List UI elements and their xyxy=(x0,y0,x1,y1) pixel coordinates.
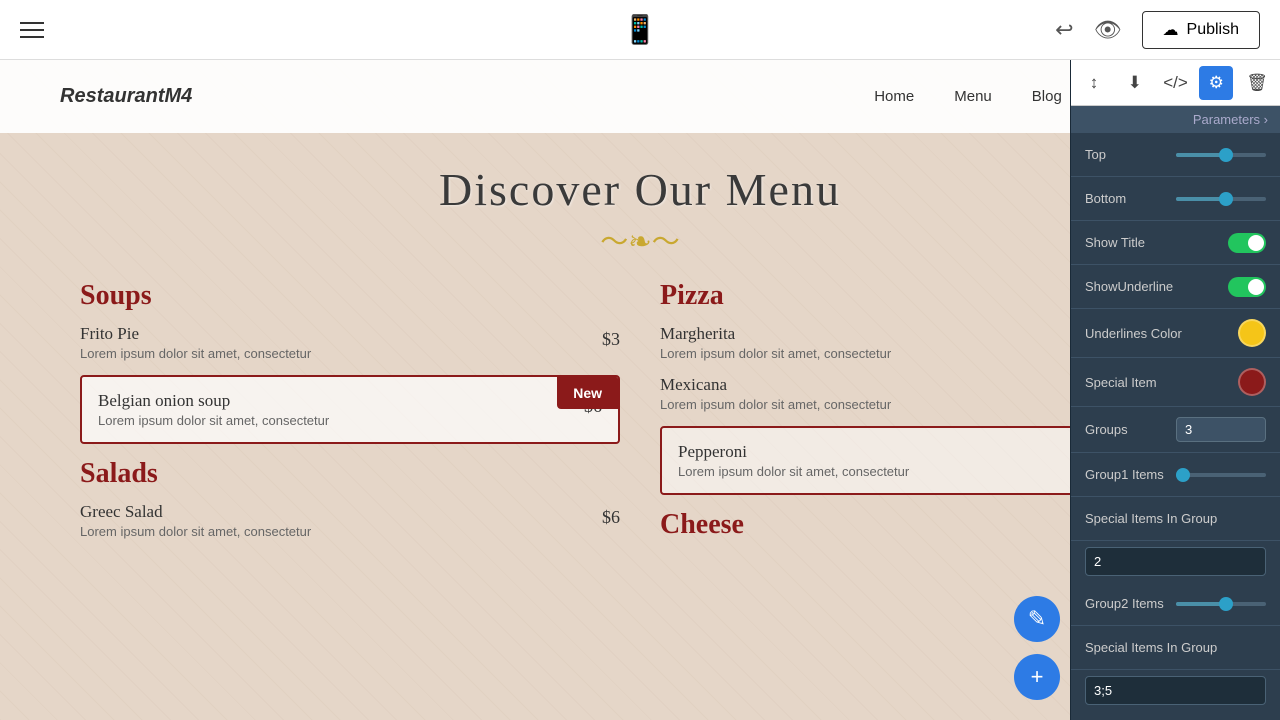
publish-button[interactable]: ☁ Publish xyxy=(1142,11,1260,49)
setting-group2-special: Special Items In Group xyxy=(1071,626,1280,670)
group2-special-input[interactable] xyxy=(1085,676,1266,705)
new-badge: New xyxy=(557,377,618,409)
setting-special-item-value xyxy=(1238,368,1266,396)
special-item-color-swatch[interactable] xyxy=(1238,368,1266,396)
cloud-icon: ☁ xyxy=(1163,20,1179,40)
setting-underlines-color: Underlines Color xyxy=(1071,309,1280,358)
show-title-toggle[interactable] xyxy=(1228,233,1266,253)
tool-download[interactable]: ⬇ xyxy=(1118,66,1152,100)
setting-top-value xyxy=(1176,153,1266,157)
setting-bottom: Bottom xyxy=(1071,177,1280,221)
show-title-toggle-knob xyxy=(1248,235,1264,251)
groups-select[interactable]: 12345 xyxy=(1176,417,1266,442)
setting-show-title-label: Show Title xyxy=(1085,235,1228,250)
tool-code[interactable]: </> xyxy=(1159,66,1193,100)
panel-settings-list: Top Bottom Show Title xyxy=(1071,133,1280,720)
setting-groups: Groups 12345 xyxy=(1071,407,1280,453)
setting-underlines-color-value xyxy=(1238,319,1266,347)
item-desc-frito-pie: Lorem ipsum dolor sit amet, consectetur xyxy=(80,346,620,361)
menu-item-frito-pie: Frito Pie Lorem ipsum dolor sit amet, co… xyxy=(80,324,620,361)
show-underline-toggle-knob xyxy=(1248,279,1264,295)
item-price-greec-salad: $6 xyxy=(602,507,620,528)
underlines-color-swatch[interactable] xyxy=(1238,319,1266,347)
section-title-salads: Salads xyxy=(80,458,620,490)
tool-delete[interactable]: 🗑 xyxy=(1240,66,1274,100)
item-name-frito-pie: Frito Pie xyxy=(80,324,620,344)
menu-col-left: Soups Frito Pie Lorem ipsum dolor sit am… xyxy=(60,280,640,553)
setting-show-underline-value xyxy=(1228,277,1266,297)
setting-groups-value: 12345 xyxy=(1176,417,1266,442)
settings-panel: ↕ ⬇ </> ⚙ 🗑 Parameters › Top Bottom xyxy=(1070,60,1280,720)
setting-bottom-value xyxy=(1176,197,1266,201)
setting-bottom-label: Bottom xyxy=(1085,191,1176,206)
topbar: 📱 ↩ 👁 ☁ Publish xyxy=(0,0,1280,60)
panel-toolbar: ↕ ⬇ </> ⚙ 🗑 xyxy=(1071,60,1280,106)
salads-section: Salads Greec Salad Lorem ipsum dolor sit… xyxy=(80,458,620,539)
undo-icon[interactable]: ↩ xyxy=(1055,17,1073,43)
group1-special-input-wrap xyxy=(1071,541,1280,582)
mobile-preview-icon[interactable]: 📱 xyxy=(623,14,658,45)
nav-link-blog[interactable]: Blog xyxy=(1032,88,1062,105)
setting-show-underline-label: ShowUnderline xyxy=(1085,279,1228,294)
setting-group2-slider xyxy=(1176,602,1266,606)
setting-group1-slider xyxy=(1176,473,1266,477)
special-item-belgian: New Belgian onion soup Lorem ipsum dolor… xyxy=(80,375,620,444)
tool-settings[interactable]: ⚙ xyxy=(1199,66,1233,100)
parameters-label[interactable]: Parameters › xyxy=(1071,106,1280,133)
group2-slider-track[interactable] xyxy=(1176,602,1266,606)
setting-show-underline: ShowUnderline xyxy=(1071,265,1280,309)
nav-link-menu[interactable]: Menu xyxy=(954,88,992,105)
item-name-belgian: Belgian onion soup xyxy=(98,391,602,411)
item-desc-greec-salad: Lorem ipsum dolor sit amet, consectetur xyxy=(80,524,620,539)
setting-group1-special-label: Special Items In Group xyxy=(1085,511,1266,526)
topbar-left xyxy=(20,22,44,38)
publish-label: Publish xyxy=(1187,21,1239,39)
top-slider-track[interactable] xyxy=(1176,153,1266,157)
group1-special-input[interactable] xyxy=(1085,547,1266,576)
fab-area: ✎ + xyxy=(1014,596,1060,700)
menu-item-greec-salad: Greec Salad Lorem ipsum dolor sit amet, … xyxy=(80,502,620,539)
section-title-soups: Soups xyxy=(80,280,620,312)
setting-group1-items: Group1 Items xyxy=(1071,453,1280,497)
setting-group3: Group3 xyxy=(1071,711,1280,720)
item-desc-belgian: Lorem ipsum dolor sit amet, consectetur xyxy=(98,413,602,428)
item-name-greec-salad: Greec Salad xyxy=(80,502,620,522)
add-fab-button[interactable]: + xyxy=(1014,654,1060,700)
setting-show-title: Show Title xyxy=(1071,221,1280,265)
setting-show-title-value xyxy=(1228,233,1266,253)
group2-special-input-wrap xyxy=(1071,670,1280,711)
setting-groups-label: Groups xyxy=(1085,422,1176,437)
topbar-right: ↩ 👁 ☁ Publish xyxy=(1055,11,1260,49)
setting-group1-special: Special Items In Group xyxy=(1071,497,1280,541)
bottom-slider-track[interactable] xyxy=(1176,197,1266,201)
item-price-frito-pie: $3 xyxy=(602,329,620,350)
show-underline-toggle[interactable] xyxy=(1228,277,1266,297)
setting-special-item-label: Special Item xyxy=(1085,375,1238,390)
site-logo: RestaurantM4 xyxy=(60,85,192,108)
edit-fab-button[interactable]: ✎ xyxy=(1014,596,1060,642)
preview-icon[interactable]: 👁 xyxy=(1094,17,1122,43)
setting-group2-special-label: Special Items In Group xyxy=(1085,640,1266,655)
group1-slider-track[interactable] xyxy=(1176,473,1266,477)
setting-group2-label: Group2 Items xyxy=(1085,596,1176,611)
setting-special-item: Special Item xyxy=(1071,358,1280,407)
topbar-center: 📱 xyxy=(623,13,658,46)
setting-top: Top xyxy=(1071,133,1280,177)
nav-link-home[interactable]: Home xyxy=(874,88,914,105)
setting-underlines-color-label: Underlines Color xyxy=(1085,326,1238,341)
setting-group1-label: Group1 Items xyxy=(1085,467,1176,482)
tool-move[interactable]: ↕ xyxy=(1077,66,1111,100)
setting-group2-items: Group2 Items xyxy=(1071,582,1280,626)
hamburger-menu[interactable] xyxy=(20,22,44,38)
setting-top-label: Top xyxy=(1085,147,1176,162)
